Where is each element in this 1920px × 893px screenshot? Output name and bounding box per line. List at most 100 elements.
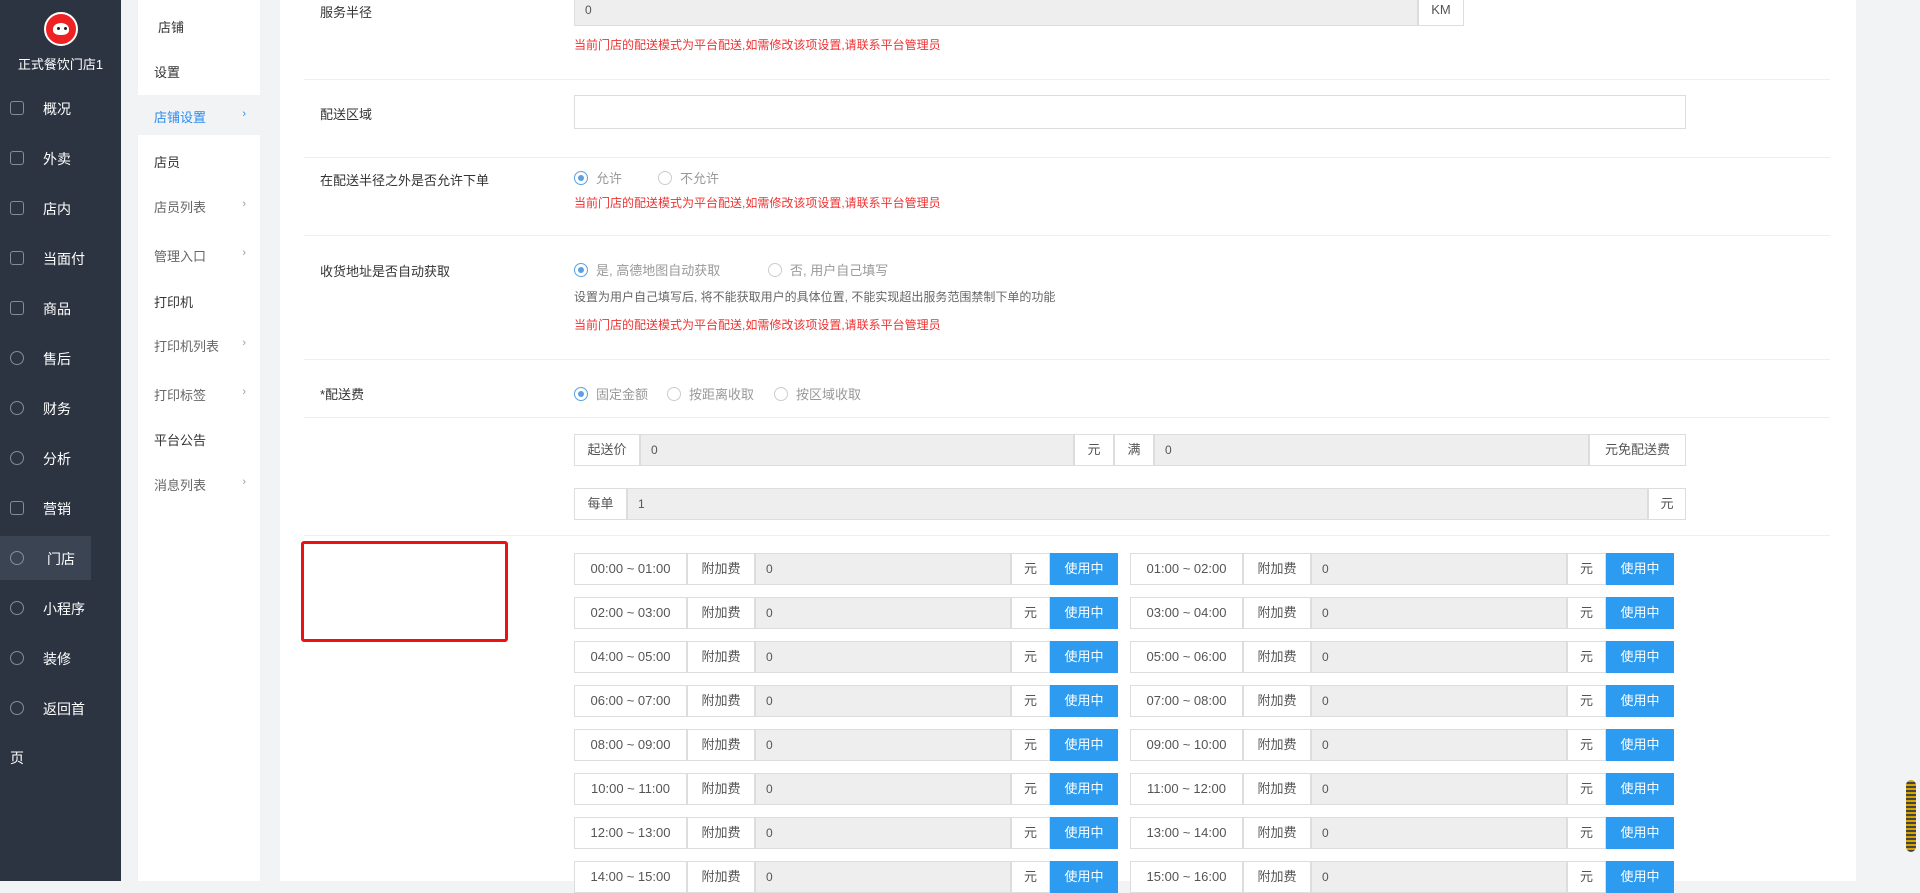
subnav-item-label: 平台公告	[154, 433, 207, 448]
service-radius-input[interactable]: 0	[574, 0, 1418, 26]
subnav-item-5[interactable]: 管理入口 ›	[138, 234, 260, 274]
by-distance-radio[interactable]: 按距离收取	[667, 384, 754, 403]
nav-item-8[interactable]: 营销	[0, 486, 121, 530]
surcharge-input[interactable]: 0	[755, 641, 1011, 673]
surcharge-input[interactable]: 0	[755, 685, 1011, 717]
nav-item-10[interactable]: 小程序	[0, 586, 121, 630]
surcharge-input[interactable]: 0	[1311, 685, 1567, 717]
subnav-item-8[interactable]: 打印标签 ›	[138, 373, 260, 413]
time-range-label: 01:00 ~ 02:00	[1130, 553, 1243, 585]
surcharge-input[interactable]: 0	[755, 861, 1011, 893]
nav-item-7[interactable]: 分析	[0, 436, 121, 480]
in-use-button[interactable]: 使用中	[1606, 861, 1674, 893]
in-use-button[interactable]: 使用中	[1606, 729, 1674, 761]
subnav-item-label: 消息列表	[154, 478, 207, 493]
amap-auto-radio[interactable]: 是, 高德地图自动获取	[574, 260, 720, 279]
in-use-button[interactable]: 使用中	[1050, 729, 1118, 761]
in-use-button[interactable]: 使用中	[1606, 641, 1674, 673]
subnav-item-7[interactable]: 打印机列表 ›	[138, 324, 260, 364]
in-use-button[interactable]: 使用中	[1050, 641, 1118, 673]
goods-icon	[10, 301, 24, 315]
free-delivery-addon: 元免配送费	[1589, 434, 1686, 466]
nav-item-label: 分析	[43, 451, 71, 467]
in-use-button[interactable]: 使用中	[1606, 597, 1674, 629]
nav-item-label: 外卖	[43, 151, 71, 167]
gear-icon	[10, 601, 24, 615]
time-range-label: 00:00 ~ 01:00	[574, 553, 687, 585]
surcharge-addon: 附加费	[1243, 817, 1311, 849]
time-range-label: 10:00 ~ 11:00	[574, 773, 687, 805]
nav-item-0[interactable]: 概况	[0, 86, 121, 130]
nav-item-3[interactable]: 当面付	[0, 236, 121, 280]
fee-amount-row: 起送价 0 元 满 0 元免配送费 每单 1 元	[304, 418, 1830, 536]
surcharge-addon: 附加费	[1243, 861, 1311, 893]
user-fill-radio[interactable]: 否, 用户自己填写	[768, 260, 888, 279]
surcharge-input[interactable]: 0	[1311, 817, 1567, 849]
store-brand[interactable]: 正式餐饮门店1	[0, 12, 121, 73]
in-use-button[interactable]: 使用中	[1606, 685, 1674, 717]
disallow-radio[interactable]: 不允许	[658, 168, 719, 187]
in-use-button[interactable]: 使用中	[1606, 817, 1674, 849]
nav-item-4[interactable]: 商品	[0, 286, 121, 330]
nav-item-6[interactable]: 财务	[0, 386, 121, 430]
in-use-button[interactable]: 使用中	[1050, 553, 1118, 585]
subnav-item-10[interactable]: 消息列表 ›	[138, 463, 260, 503]
nav-item-1[interactable]: 外卖	[0, 136, 121, 180]
highlight-box	[301, 541, 508, 642]
surcharge-input[interactable]: 0	[1311, 729, 1567, 761]
nav-item-label: 售后	[43, 351, 71, 367]
payment-icon	[10, 251, 24, 265]
nav-item-5[interactable]: 售后	[0, 336, 121, 380]
surcharge-input[interactable]: 0	[755, 597, 1011, 629]
in-use-button[interactable]: 使用中	[1606, 773, 1674, 805]
nav-item-label: 返回首	[43, 701, 85, 717]
surcharge-input[interactable]: 0	[1311, 553, 1567, 585]
surcharge-input[interactable]: 0	[755, 553, 1011, 585]
store-logo	[43, 12, 78, 46]
in-use-button[interactable]: 使用中	[1050, 773, 1118, 805]
surcharge-input[interactable]: 0	[755, 817, 1011, 849]
nav-item-12[interactable]: 返回首	[0, 686, 121, 730]
allow-radio[interactable]: 允许	[574, 168, 622, 187]
chevron-right-icon: ›	[242, 108, 246, 120]
subnav-item-4[interactable]: 店员列表 ›	[138, 185, 260, 225]
in-use-button[interactable]: 使用中	[1606, 553, 1674, 585]
nav-item-label: 装修	[43, 651, 71, 667]
subnav-item-0[interactable]: 店铺	[138, 5, 260, 45]
nav-item-2[interactable]: 店内	[0, 186, 121, 230]
per-order-fee-input[interactable]: 1	[627, 488, 1648, 520]
in-use-button[interactable]: 使用中	[1050, 685, 1118, 717]
in-use-button[interactable]: 使用中	[1050, 597, 1118, 629]
subnav-item-9[interactable]: 平台公告	[138, 418, 260, 458]
delivery-area-input[interactable]	[574, 95, 1686, 129]
yuan-unit: 元	[1567, 773, 1606, 805]
subnav-item-1[interactable]: 设置	[138, 50, 260, 90]
in-use-button[interactable]: 使用中	[1050, 817, 1118, 849]
nav-item-label: 概况	[43, 101, 71, 117]
yuan-unit: 元	[1567, 597, 1606, 629]
surcharge-input[interactable]: 0	[1311, 597, 1567, 629]
by-area-radio[interactable]: 按区域收取	[774, 384, 861, 403]
surcharge-input[interactable]: 0	[755, 729, 1011, 761]
in-use-button[interactable]: 使用中	[1050, 861, 1118, 893]
fixed-amount-radio[interactable]: 固定金额	[574, 384, 648, 403]
surcharge-input[interactable]: 0	[755, 773, 1011, 805]
surcharge-addon: 附加费	[687, 641, 755, 673]
surcharge-input[interactable]: 0	[1311, 861, 1567, 893]
time-range-label: 06:00 ~ 07:00	[574, 685, 687, 717]
subnav-item-2[interactable]: 店铺设置 ›	[138, 95, 260, 135]
free-delivery-threshold-input[interactable]: 0	[1154, 434, 1589, 466]
subnav-item-label: 管理入口	[154, 249, 207, 264]
subnav-item-3[interactable]: 店员	[138, 140, 260, 180]
nav-item-label: 门店	[47, 551, 75, 567]
surcharge-input[interactable]: 0	[1311, 773, 1567, 805]
min-order-input[interactable]: 0	[640, 434, 1074, 466]
nav-item-9[interactable]: 门店	[0, 536, 91, 580]
time-range-label: 07:00 ~ 08:00	[1130, 685, 1243, 717]
nav-item-11[interactable]: 装修	[0, 636, 121, 680]
scrollbar-thumb[interactable]	[1906, 780, 1916, 852]
subnav-item-6[interactable]: 打印机	[138, 280, 260, 320]
surcharge-input[interactable]: 0	[1311, 641, 1567, 673]
surcharge-addon: 附加费	[1243, 729, 1311, 761]
per-order-addon: 每单	[574, 488, 627, 520]
